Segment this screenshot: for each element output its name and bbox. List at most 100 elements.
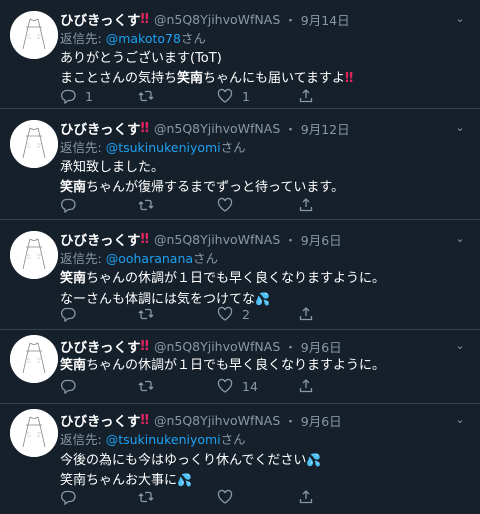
tweet-date[interactable]: 9月6日 <box>301 411 342 430</box>
tweet-date[interactable]: 9月12日 <box>301 119 350 138</box>
tweet-date[interactable]: 9月14日 <box>301 10 350 29</box>
share-button[interactable] <box>298 305 314 323</box>
tweet-header: ひびきっくす ‼ @n5Q8YjihvoWfNAS ・ 9月12日 <box>60 118 468 138</box>
tweet-text-line: 承知致しました。 <box>60 158 468 178</box>
exclamation-emoji: ‼ <box>345 71 354 86</box>
display-name[interactable]: ひびきっくす <box>60 118 140 138</box>
tweet-date[interactable]: 9月6日 <box>301 230 342 249</box>
tweet-text: ちゃんにも届いてますよ <box>203 71 345 86</box>
chevron-down-icon[interactable]: ⌄ <box>452 120 468 136</box>
tweet-text-line: 笑南ちゃんの休調が１日でも早く良くなりますように。 <box>60 356 468 376</box>
reply-prefix: 返信先: <box>60 140 106 155</box>
avatar[interactable] <box>10 335 58 383</box>
separator-dot: ・ <box>284 12 297 28</box>
reply-icon <box>60 379 76 394</box>
tweet-date[interactable]: 9月6日 <box>301 337 342 356</box>
tweet-text: ちゃんが復帰するまでずっと待っています。 <box>86 180 345 195</box>
tweet[interactable]: ひびきっくす ‼ @n5Q8YjihvoWfNAS ・ 9月14日 ⌄ 返信先:… <box>0 0 480 109</box>
share-icon <box>299 89 313 103</box>
user-handle[interactable]: @n5Q8YjihvoWfNAS <box>154 121 280 136</box>
tweet-text-line: 笑南ちゃんお大事に💦 <box>60 470 468 490</box>
mention-link[interactable]: @ooharanana <box>106 251 193 266</box>
tweet-text-bold: 笑南 <box>60 271 87 286</box>
like-button[interactable]: 1 <box>217 87 250 105</box>
reply-to-line: 返信先: @ooharananaさん <box>60 249 468 269</box>
tweet-text-line: 笑南ちゃんが復帰するまでずっと待っています。 <box>60 178 468 198</box>
avatar[interactable] <box>10 409 58 457</box>
tweet-header: ひびきっくす ‼ @n5Q8YjihvoWfNAS ・ 9月14日 <box>60 9 468 29</box>
reply-suffix: さん <box>220 140 246 155</box>
avatar[interactable] <box>10 11 58 59</box>
tweet[interactable]: ひびきっくす ‼ @n5Q8YjihvoWfNAS ・ 9月6日 ⌄ 返信先: … <box>0 220 480 330</box>
reply-button[interactable] <box>60 377 85 395</box>
chevron-down-icon[interactable]: ⌄ <box>452 412 468 428</box>
reply-button[interactable] <box>60 196 85 214</box>
like-count: 1 <box>242 88 250 104</box>
share-button[interactable] <box>298 377 314 395</box>
sweat-drops-emoji: 💦 <box>255 292 270 306</box>
separator-dot: ・ <box>284 232 297 248</box>
retweet-button[interactable] <box>138 488 163 506</box>
separator-dot: ・ <box>284 339 297 355</box>
heart-icon <box>217 489 233 504</box>
share-button[interactable] <box>298 87 314 105</box>
mention-link[interactable]: @tsukinukeniyomi <box>106 432 221 447</box>
avatar-sketch-icon <box>10 11 58 59</box>
tweet[interactable]: ひびきっくす ‼ @n5Q8YjihvoWfNAS ・ 9月6日 ⌄ 笑南ちゃん… <box>0 330 480 404</box>
chevron-down-icon[interactable]: ⌄ <box>452 11 468 27</box>
display-name[interactable]: ひびきっくす <box>60 336 140 356</box>
like-button[interactable] <box>217 488 242 506</box>
share-button[interactable] <box>298 488 314 506</box>
chevron-down-icon[interactable]: ⌄ <box>452 338 468 354</box>
retweet-icon <box>138 308 154 320</box>
user-handle[interactable]: @n5Q8YjihvoWfNAS <box>154 413 280 428</box>
tweet[interactable]: ひびきっくす ‼ @n5Q8YjihvoWfNAS ・ 9月6日 ⌄ 返信先: … <box>0 404 480 514</box>
retweet-icon <box>138 380 154 392</box>
avatar-sketch-icon <box>10 231 58 279</box>
user-handle[interactable]: @n5Q8YjihvoWfNAS <box>154 232 280 247</box>
heart-icon <box>217 88 233 103</box>
chevron-down-icon[interactable]: ⌄ <box>452 231 468 247</box>
reply-button[interactable] <box>60 305 85 323</box>
reply-icon <box>60 198 76 213</box>
avatar[interactable] <box>10 231 58 279</box>
name-exclamation: ‼ <box>140 338 149 354</box>
heart-icon <box>217 197 233 212</box>
reply-suffix: さん <box>180 31 206 46</box>
tweet-header: ひびきっくす ‼ @n5Q8YjihvoWfNAS ・ 9月6日 <box>60 229 468 249</box>
reply-button[interactable]: 1 <box>60 87 93 105</box>
tweet-actions: 1 1 <box>60 87 320 105</box>
display-name[interactable]: ひびきっくす <box>60 410 140 430</box>
reply-icon <box>60 89 76 104</box>
sweat-drops-emoji: 💦 <box>306 453 322 467</box>
like-button[interactable]: 14 <box>217 377 258 395</box>
reply-prefix: 返信先: <box>60 432 106 447</box>
reply-icon <box>60 490 76 505</box>
mention-link[interactable]: @tsukinukeniyomi <box>106 140 221 155</box>
retweet-button[interactable] <box>138 196 163 214</box>
retweet-button[interactable] <box>138 87 163 105</box>
share-button[interactable] <box>298 196 314 214</box>
reply-button[interactable] <box>60 488 85 506</box>
user-handle[interactable]: @n5Q8YjihvoWfNAS <box>154 12 280 27</box>
reply-suffix: さん <box>220 432 246 447</box>
tweet[interactable]: ひびきっくす ‼ @n5Q8YjihvoWfNAS ・ 9月12日 ⌄ 返信先:… <box>0 109 480 220</box>
mention-link[interactable]: @makoto78 <box>106 31 181 46</box>
retweet-icon <box>138 199 154 211</box>
like-button[interactable]: 2 <box>217 305 250 323</box>
reply-to-line: 返信先: @tsukinukeniyomiさん <box>60 430 468 450</box>
display-name[interactable]: ひびきっくす <box>60 9 140 29</box>
like-button[interactable] <box>217 196 242 214</box>
retweet-button[interactable] <box>138 377 163 395</box>
tweet-actions <box>60 196 320 214</box>
name-exclamation: ‼ <box>140 120 149 136</box>
user-handle[interactable]: @n5Q8YjihvoWfNAS <box>154 339 280 354</box>
reply-to-line: 返信先: @makoto78さん <box>60 29 468 49</box>
retweet-button[interactable] <box>138 305 163 323</box>
tweet-text: ありがとうございます(ToT) <box>60 51 222 66</box>
sweat-drops-emoji: 💦 <box>177 473 192 487</box>
like-count: 2 <box>242 306 250 322</box>
avatar[interactable] <box>10 120 58 168</box>
display-name[interactable]: ひびきっくす <box>60 229 140 249</box>
tweet-text-line: まことさんの気持ち笑南ちゃんにも届いてますよ‼ <box>60 69 468 89</box>
